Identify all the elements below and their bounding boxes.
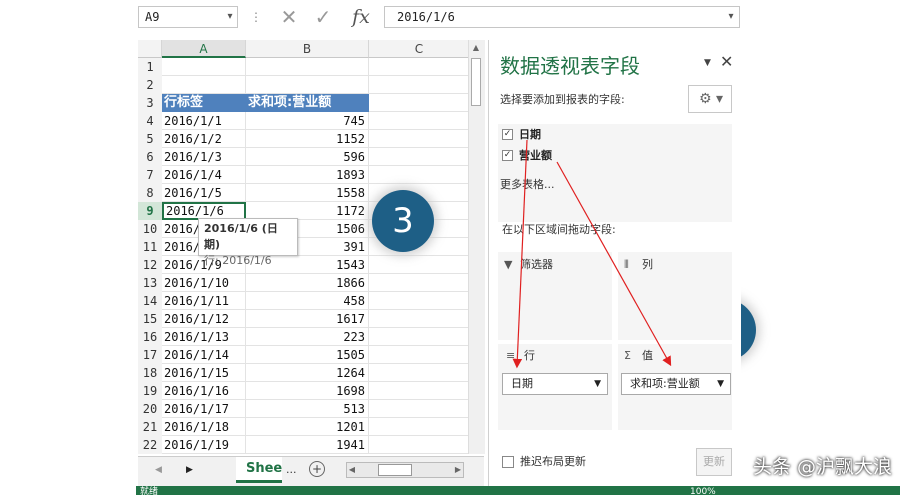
annotation-arrows (512, 139, 672, 369)
arrow-date-to-rows (512, 139, 528, 369)
arrow-revenue-to-values (556, 161, 672, 367)
watermark-text: 头条 @沪飘大浪 (752, 456, 892, 478)
